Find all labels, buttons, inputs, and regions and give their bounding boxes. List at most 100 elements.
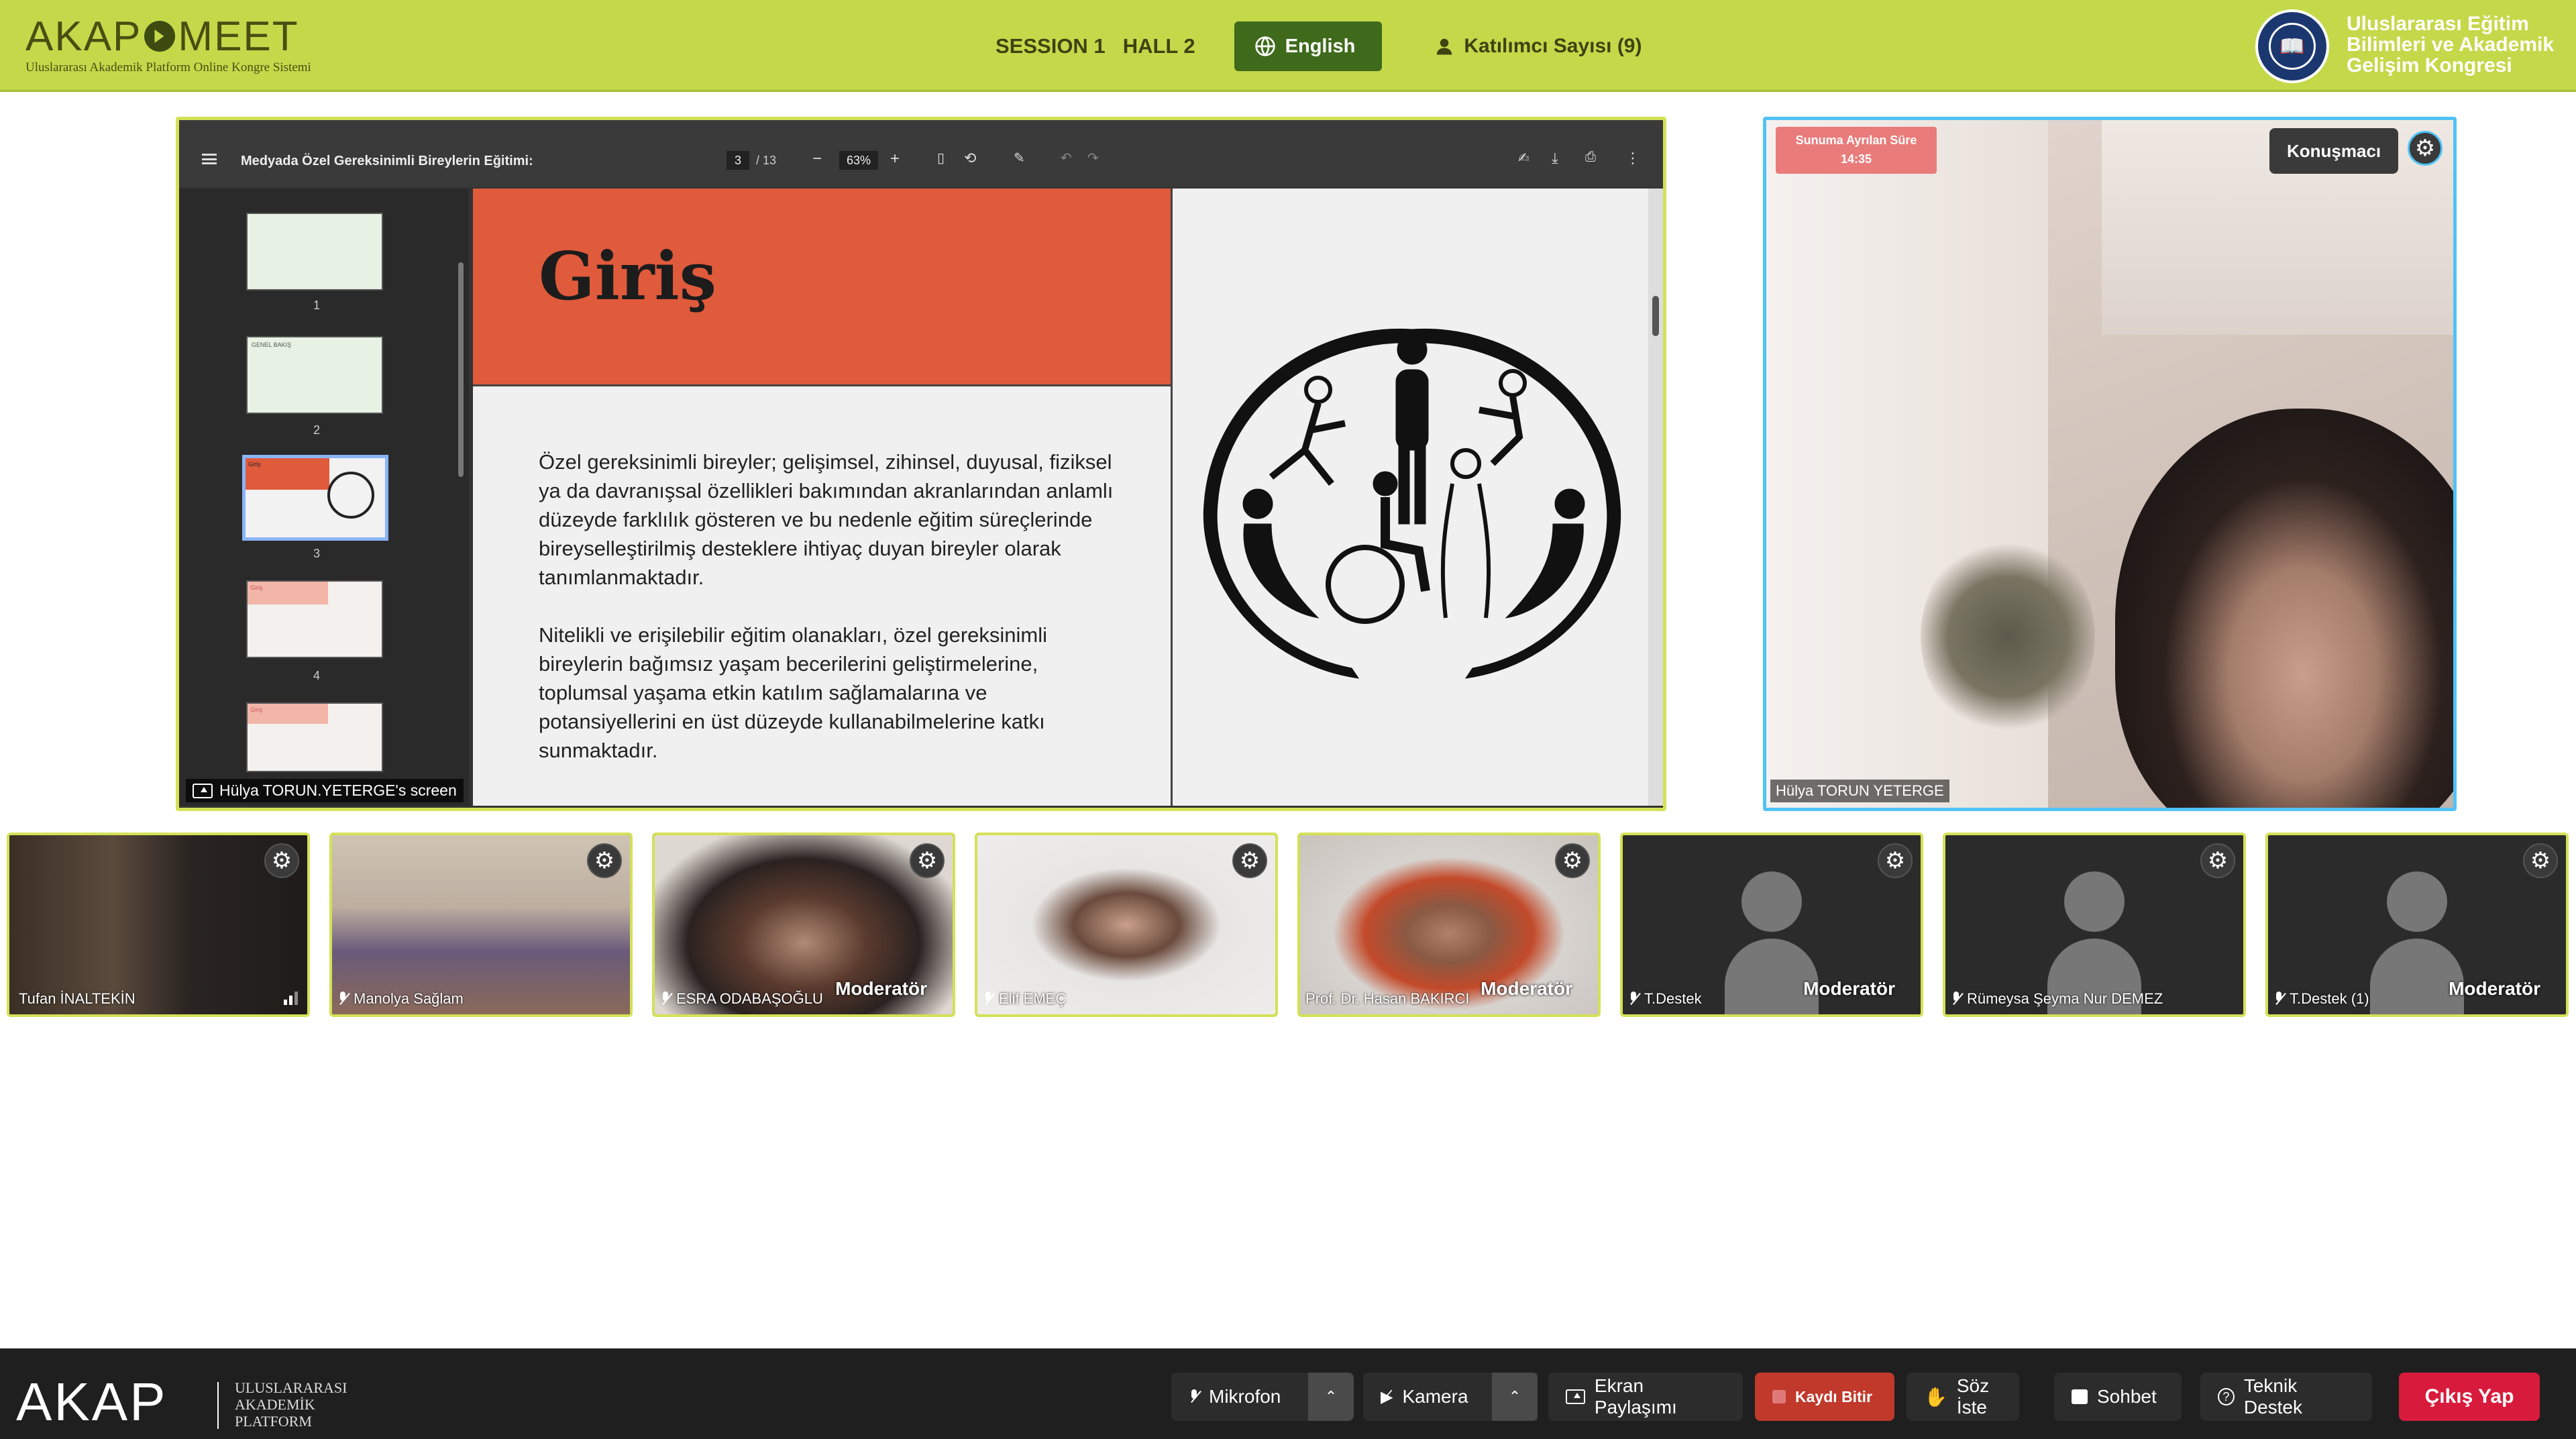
participant-tile[interactable]: ⚙ Manolya Sağlam: [329, 833, 633, 1017]
thumbnail-page-4[interactable]: Giriş: [246, 580, 383, 658]
presentation-timer: Sunuma Ayrılan Süre 14:35: [1776, 127, 1937, 174]
participant-tile[interactable]: ⚙ Tufan İNALTEKİN: [7, 833, 310, 1017]
thumbnail-page-5[interactable]: Giriş: [246, 702, 383, 772]
undo-icon[interactable]: ↶: [1061, 150, 1072, 166]
speaker-name: Hülya TORUN YETERGE: [1770, 780, 1949, 802]
pdf-title: Medyada Özel Gereksinimli Bireylerin Eği…: [241, 154, 533, 168]
akap-meet-logo[interactable]: AKAP MEET Uluslararası Akademik Platform …: [25, 13, 311, 75]
fit-page-icon[interactable]: ▯: [937, 150, 945, 166]
microphone-options-button[interactable]: ⌃: [1308, 1373, 1354, 1421]
download-icon[interactable]: ⤓: [1552, 150, 1558, 167]
gear-icon[interactable]: ⚙: [1232, 843, 1267, 878]
moderator-badge: Moderatör: [2449, 978, 2540, 999]
thumbnail-sidebar[interactable]: 1 GENEL BAKIŞ 2 Giriş 3 Giriş 4 Giriş: [179, 189, 469, 806]
redo-icon[interactable]: ↷: [1087, 150, 1099, 166]
gear-icon[interactable]: ⚙: [587, 843, 622, 878]
screen-share-panel[interactable]: Medyada Özel Gereksinimli Bireylerin Eği…: [176, 117, 1666, 811]
raise-hand-button[interactable]: ✋ Söz İste: [1907, 1373, 2019, 1421]
stop-icon: [1772, 1390, 1786, 1403]
slide-title: Giriş: [539, 238, 716, 315]
stop-recording-label: Kaydı Bitir: [1795, 1387, 1873, 1405]
thumb-2-label: GENEL BAKIŞ: [252, 341, 292, 348]
language-button[interactable]: English: [1234, 21, 1383, 71]
more-vertical-icon[interactable]: ⋮: [1625, 150, 1640, 167]
participant-tile[interactable]: ⚙ T.Destek (1) Moderatör: [2265, 833, 2569, 1017]
globe-icon: [1254, 36, 1275, 56]
mic-off-icon: [2273, 992, 2284, 1006]
slide-page: Giriş Özel gereksinimli bireyler; gelişi…: [473, 189, 1655, 806]
video-background: [1921, 536, 2095, 737]
gear-icon[interactable]: ⚙: [2408, 131, 2443, 166]
participant-video: [977, 835, 1275, 1014]
exit-button[interactable]: Çıkış Yap: [2399, 1373, 2540, 1421]
thumbnail-scrollbar[interactable]: [458, 262, 464, 477]
congress-name: Uluslararası Eğitim Bilimleri ve Akademi…: [2347, 13, 2554, 76]
participant-video: [332, 835, 630, 1014]
menu-icon[interactable]: [202, 154, 217, 164]
participant-tile[interactable]: ⚙ Prof. Dr. Hasan BAKIRCI Moderatör: [1297, 833, 1601, 1017]
thumb-4-label: Giriş: [248, 582, 328, 604]
print-icon[interactable]: ⎙: [1585, 150, 1596, 165]
page-number-input[interactable]: 3: [727, 151, 749, 170]
thumbnail-page-1[interactable]: [246, 213, 383, 290]
gear-icon[interactable]: ⚙: [1555, 843, 1590, 878]
thumb-5-label: Giriş: [248, 704, 328, 724]
tech-support-button[interactable]: ? Teknik Destek: [2200, 1373, 2372, 1421]
mic-off-icon: [1628, 992, 1639, 1006]
camera-label: Kamera: [1402, 1386, 1468, 1407]
logo-play-icon: [144, 21, 176, 52]
microphone-button[interactable]: Mikrofon: [1171, 1373, 1308, 1421]
raise-hand-label: Söz İste: [1956, 1375, 1990, 1418]
participant-name: Prof. Dr. Hasan BAKIRCI: [1305, 990, 1470, 1007]
sign-icon[interactable]: ✍: [1518, 150, 1529, 166]
speaker-video[interactable]: Sunuma Ayrılan Süre 14:35 Konuşmacı ⚙ Hü…: [1763, 117, 2457, 811]
congress-name-line3: Gelişim Kongresi: [2347, 54, 2512, 76]
participant-name: Elif EMEÇ: [983, 990, 1066, 1008]
participant-tile[interactable]: ⚙ T.Destek Moderatör: [1620, 833, 1923, 1017]
gear-icon[interactable]: ⚙: [910, 843, 945, 878]
congress-name-line1: Uluslararası Eğitim: [2347, 13, 2529, 35]
screen-share-button[interactable]: Ekran Paylaşımı: [1548, 1373, 1743, 1421]
microphone-label: Mikrofon: [1209, 1386, 1281, 1407]
participant-name: T.Destek: [1628, 990, 1702, 1008]
chevron-up-icon: ⌃: [1508, 1388, 1521, 1405]
hand-icon: ✋: [1924, 1386, 1947, 1407]
slide-paragraph-2: Nitelikli ve erişilebilir eğitim olanakl…: [539, 623, 1048, 762]
participant-name: Tufan İNALTEKİN: [19, 990, 136, 1007]
rotate-icon[interactable]: ⟲: [964, 150, 976, 167]
thumbnail-page-3[interactable]: Giriş: [242, 455, 388, 541]
screen-share-label: Hülya TORUN.YETERGE's screen: [186, 779, 464, 802]
participant-name: Manolya Sağlam: [337, 990, 464, 1008]
mic-off-icon: [983, 992, 994, 1006]
participant-video: [9, 835, 307, 1014]
stop-recording-button[interactable]: Kaydı Bitir: [1755, 1373, 1894, 1421]
divider: [473, 384, 1171, 386]
zoom-in-icon[interactable]: +: [890, 150, 900, 168]
divider: [217, 1382, 219, 1429]
mic-off-icon: [337, 992, 348, 1006]
chat-button[interactable]: Sohbet: [2054, 1373, 2182, 1421]
annotate-icon[interactable]: ✎: [1014, 150, 1025, 166]
thumb-3-label: Giriş: [246, 458, 329, 490]
gear-icon[interactable]: ⚙: [2523, 843, 2558, 878]
gear-icon[interactable]: ⚙: [264, 843, 299, 878]
gear-icon[interactable]: ⚙: [2200, 843, 2235, 878]
participants-count-button[interactable]: Katılımcı Sayısı (9): [1434, 35, 1642, 58]
participant-tile[interactable]: ⚙ Elif EMEÇ: [975, 833, 1278, 1017]
participant-tile[interactable]: ⚙ ESRA ODABAŞOĞLU Moderatör: [652, 833, 955, 1017]
screen-share-icon: [1566, 1389, 1585, 1404]
slide-paragraph-1: Özel gereksinimli bireyler; gelişimsel, …: [539, 450, 1114, 589]
congress-name-line2: Bilimleri ve Akademik: [2347, 34, 2555, 56]
pdf-scrollbar[interactable]: [1648, 189, 1663, 806]
footer-logo-text: ULUSLARARASI AKADEMİK PLATFORM: [235, 1379, 347, 1430]
zoom-input[interactable]: 63%: [839, 151, 878, 170]
participant-tile[interactable]: ⚙ Rümeysa Şeyma Nur DEMEZ: [1943, 833, 2246, 1017]
thumbnail-number: 3: [313, 547, 321, 560]
zoom-out-icon[interactable]: −: [812, 150, 822, 168]
thumbnail-page-2[interactable]: GENEL BAKIŞ: [246, 336, 383, 414]
help-icon: ?: [2218, 1388, 2235, 1405]
camera-options-button[interactable]: ⌃: [1492, 1373, 1538, 1421]
gear-icon[interactable]: ⚙: [1878, 843, 1913, 878]
mic-off-icon: [660, 992, 671, 1006]
chat-label: Sohbet: [2097, 1386, 2157, 1407]
